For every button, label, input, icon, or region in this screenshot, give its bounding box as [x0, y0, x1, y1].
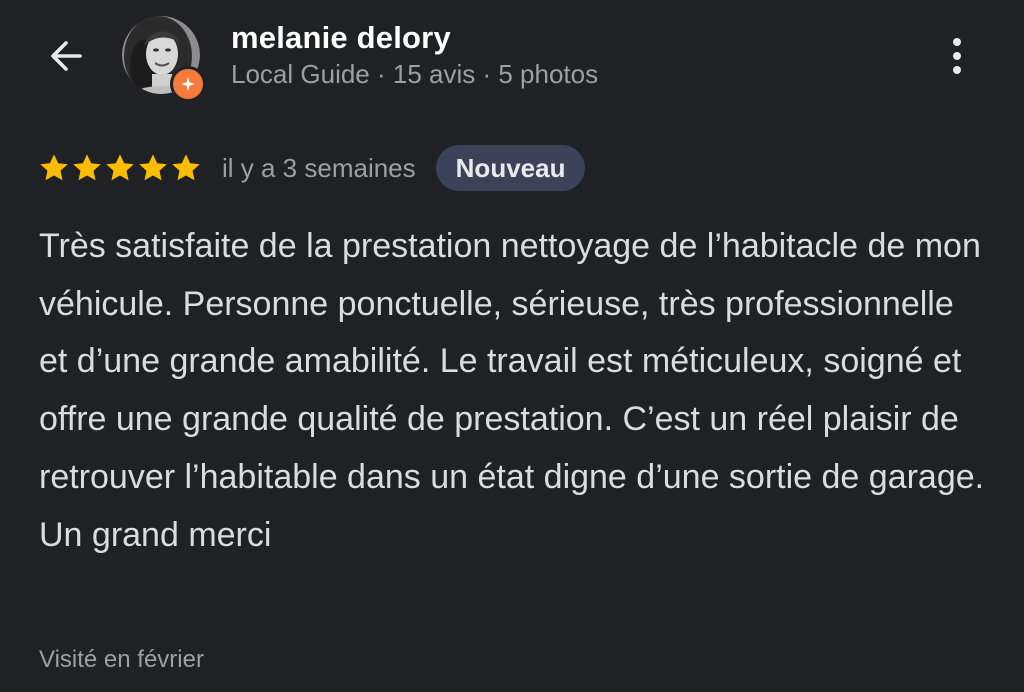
local-guide-star-icon	[181, 77, 195, 91]
star-rating	[38, 152, 202, 184]
user-meta: Local Guide · 15 avis · 5 photos	[231, 59, 599, 89]
arrow-left-icon	[51, 41, 82, 71]
more-options-button[interactable]	[934, 30, 980, 82]
back-button[interactable]	[34, 24, 98, 88]
new-badge: Nouveau	[435, 145, 586, 191]
more-vertical-icon	[953, 38, 961, 46]
more-dot	[953, 52, 961, 60]
local-guide-badge	[170, 66, 206, 102]
user-name[interactable]: melanie delory	[231, 20, 451, 56]
star-icon	[40, 154, 68, 181]
star-icon	[172, 154, 200, 181]
review-date: il y a 3 semaines	[222, 152, 416, 183]
star-icon	[106, 154, 134, 181]
review-text: Très satisfaite de la prestation nettoya…	[39, 227, 985, 554]
star-icon	[139, 154, 167, 181]
visited-date: Visité en février	[39, 646, 204, 673]
more-dot	[953, 66, 961, 74]
rating-row: il y a 3 semaines Nouveau	[38, 144, 586, 192]
user-avatar[interactable]	[122, 16, 206, 102]
star-icon	[73, 154, 101, 181]
